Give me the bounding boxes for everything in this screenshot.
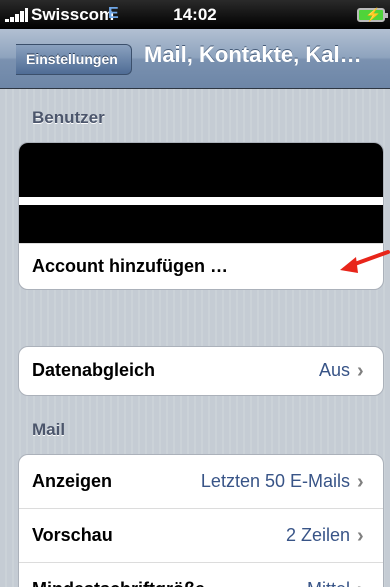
- mail-settings-group: Anzeigen Letzten 50 E-Mails › Vorschau 2…: [18, 454, 384, 587]
- sync-group: Datenabgleich Aus ›: [18, 346, 384, 396]
- mail-setting-row[interactable]: Anzeigen Letzten 50 E-Mails ›: [19, 455, 383, 509]
- battery-charging-icon: ⚡: [357, 7, 388, 22]
- sync-label: Datenabgleich: [32, 360, 156, 380]
- clock: 14:02: [173, 5, 217, 24]
- chevron-right-icon: ›: [357, 471, 364, 493]
- chevron-right-icon: ›: [357, 525, 364, 547]
- add-account-label: Account hinzufügen …: [32, 256, 228, 276]
- section-header-mail: Mail: [32, 420, 66, 439]
- mail-setting-value: 2 Zeilen: [285, 525, 350, 545]
- back-button-label: Einstellungen: [26, 51, 118, 67]
- redacted-account-row-1[interactable]: [19, 143, 383, 197]
- sync-value: Aus: [318, 360, 350, 380]
- mail-setting-label: Mindestschriftgröße: [32, 579, 205, 587]
- chevron-right-icon: ›: [357, 580, 371, 587]
- mail-setting-label: Vorschau: [32, 525, 113, 545]
- chevron-right-icon: ›: [357, 360, 364, 382]
- add-account-button[interactable]: Account hinzufügen …: [18, 243, 384, 290]
- back-button[interactable]: Einstellungen: [16, 44, 132, 75]
- status-bar: Swisscom E 14:02 ⚡: [0, 0, 390, 29]
- page-title: Mail, Kontakte, Kal…: [144, 42, 362, 67]
- mail-setting-row[interactable]: Mindestschriftgröße Mittel ›: [19, 563, 383, 587]
- sync-row[interactable]: Datenabgleich Aus ›: [19, 347, 383, 395]
- section-header-users: Benutzer: [32, 108, 105, 127]
- mail-setting-value: Mittel: [307, 579, 350, 587]
- mail-setting-row[interactable]: Vorschau 2 Zeilen ›: [19, 509, 383, 563]
- mail-setting-value: Letzten 50 E-Mails: [200, 471, 350, 491]
- navigation-bar: Einstellungen Mail, Kontakte, Kal…: [0, 29, 390, 89]
- mail-setting-label: Anzeigen: [32, 471, 113, 491]
